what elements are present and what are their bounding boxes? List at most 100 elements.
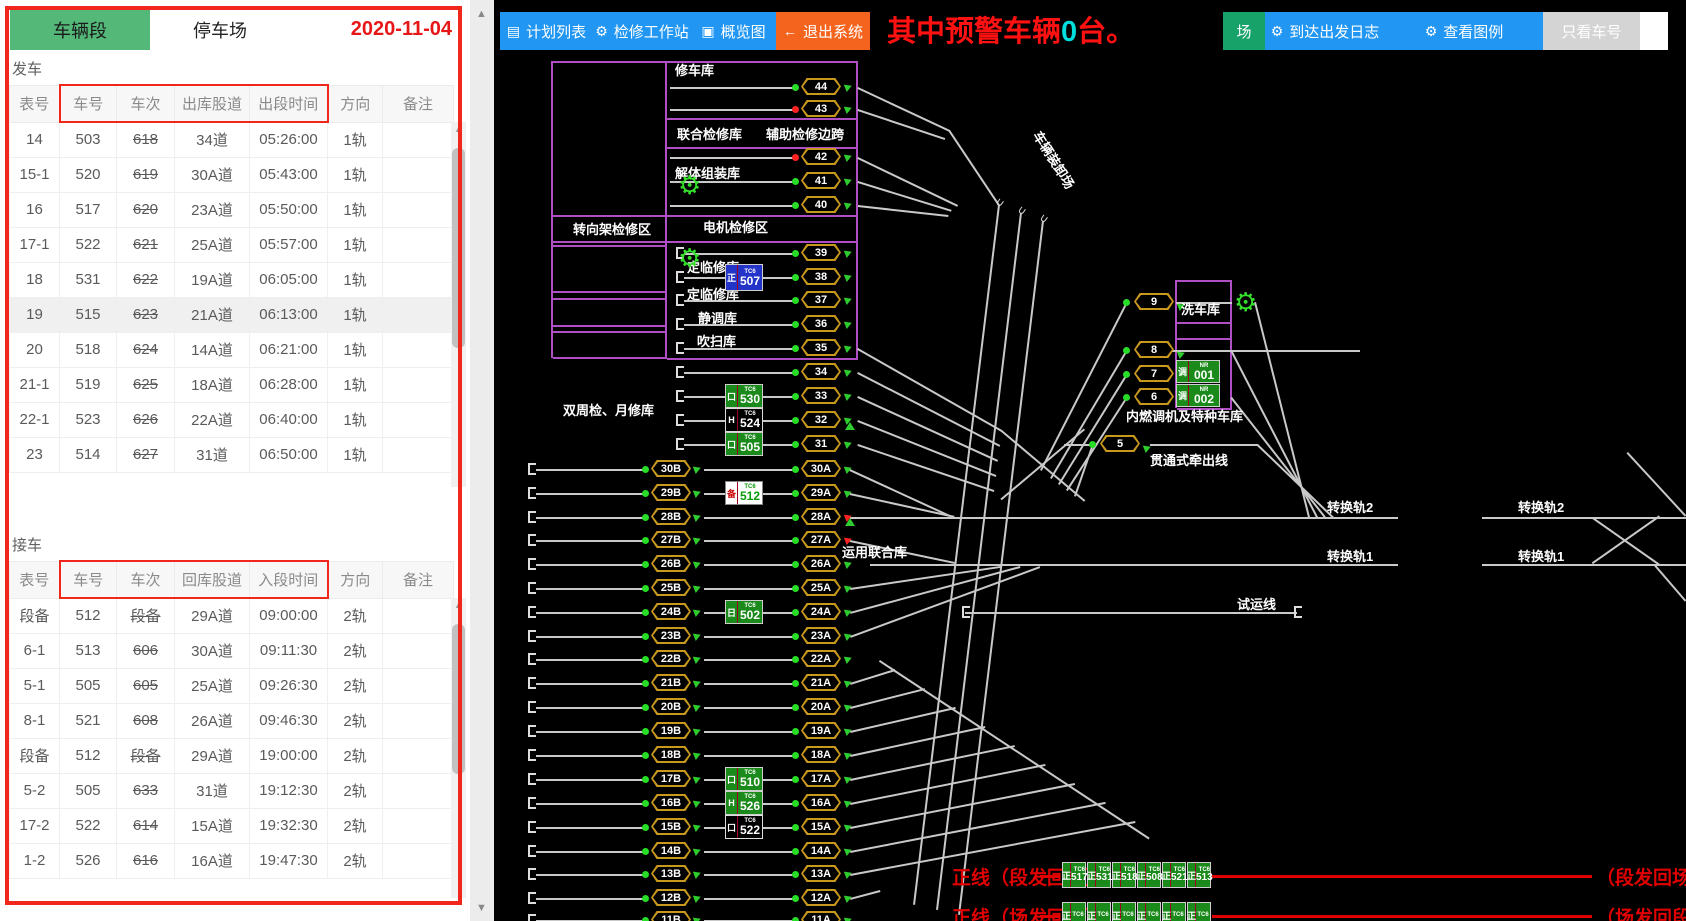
train-box-blank[interactable]: 正TC6 xyxy=(1087,902,1111,921)
track-badge-27A[interactable]: 27A xyxy=(801,531,841,548)
track-badge-35[interactable]: 35 xyxy=(801,339,841,356)
track-badge-26B[interactable]: 26B xyxy=(651,555,691,572)
train-box-blank[interactable]: 正TC6 xyxy=(1162,902,1186,921)
train-box-505[interactable]: 口TC6505 xyxy=(725,432,763,456)
track-badge-42[interactable]: 42 xyxy=(801,148,841,165)
train-box-blank[interactable]: 正TC6 xyxy=(1112,902,1136,921)
track-badge-22B[interactable]: 22B xyxy=(651,650,691,667)
track-badge-30A[interactable]: 30A xyxy=(801,460,841,477)
track-badge-12A[interactable]: 12A xyxy=(801,889,841,906)
track-badge-28B[interactable]: 28B xyxy=(651,508,691,525)
table-row[interactable]: 段备512段备29A道09:00:002轨 xyxy=(10,598,454,633)
track-badge-13B[interactable]: 13B xyxy=(651,865,691,882)
track-badge-9[interactable]: 9 xyxy=(1134,293,1174,310)
track-badge-20A[interactable]: 20A xyxy=(801,698,841,715)
track-badge-30B[interactable]: 30B xyxy=(651,460,691,477)
gear-icon[interactable]: ⚙ xyxy=(1234,289,1257,315)
track-badge-16A[interactable]: 16A xyxy=(801,794,841,811)
track-badge-13A[interactable]: 13A xyxy=(801,865,841,882)
track-badge-11B[interactable]: 11B xyxy=(651,911,691,921)
toolbar-button-检修工作站[interactable]: ⚙检修工作站 xyxy=(593,12,691,50)
arrival-scrollbar[interactable]: ▲ xyxy=(451,598,466,898)
train-box-518[interactable]: 正TC6518 xyxy=(1112,862,1136,888)
gear-icon[interactable]: ⚙ xyxy=(678,172,701,198)
scroll-down-icon[interactable]: ▼ xyxy=(476,902,487,914)
track-badge-15B[interactable]: 15B xyxy=(651,818,691,835)
toolbar-button-计划列表[interactable]: ▤计划列表 xyxy=(500,12,593,50)
track-badge-21B[interactable]: 21B xyxy=(651,674,691,691)
toolbar-button-到达出发日志[interactable]: ⚙到达出发日志 xyxy=(1265,12,1385,50)
train-box-507[interactable]: 正TC6507 xyxy=(725,264,763,291)
table-row[interactable]: 5-150560525A道09:26:302轨 xyxy=(10,668,454,703)
table-row[interactable]: 17-252261415A道19:32:302轨 xyxy=(10,808,454,843)
track-badge-27B[interactable]: 27B xyxy=(651,531,691,548)
track-badge-44[interactable]: 44 xyxy=(801,78,841,95)
gear-icon[interactable]: ⚙ xyxy=(678,245,701,271)
train-box-522[interactable]: 口TC6522 xyxy=(725,815,763,839)
departure-scrollbar[interactable]: ▲ xyxy=(451,122,466,487)
track-badge-17A[interactable]: 17A xyxy=(801,770,841,787)
train-box-510[interactable]: 口TC6510 xyxy=(725,767,763,791)
track-badge-6[interactable]: 6 xyxy=(1134,388,1174,405)
train-box-508[interactable]: 正TC6508 xyxy=(1137,862,1161,888)
table-row[interactable]: 1651762023A道05:50:001轨 xyxy=(10,192,454,227)
toolbar-button-概览图[interactable]: ▣概览图 xyxy=(691,12,776,50)
scroll-up-icon[interactable]: ▲ xyxy=(476,8,487,20)
table-row[interactable]: 8-152160826A道09:46:302轨 xyxy=(10,703,454,738)
tab-parking-lot[interactable]: 停车场 xyxy=(150,9,290,50)
train-box-526[interactable]: HTC6526 xyxy=(725,791,763,815)
track-badge-39[interactable]: 39 xyxy=(801,244,841,261)
train-box-521[interactable]: 正TC6521 xyxy=(1162,862,1186,888)
track-badge-11A[interactable]: 11A xyxy=(801,911,841,921)
track-badge-22A[interactable]: 22A xyxy=(801,650,841,667)
train-box-530[interactable]: 口TC6530 xyxy=(725,384,763,408)
track-badge-23B[interactable]: 23B xyxy=(651,627,691,644)
track-badge-23A[interactable]: 23A xyxy=(801,627,841,644)
track-badge-40[interactable]: 40 xyxy=(801,196,841,213)
track-badge-24B[interactable]: 24B xyxy=(651,603,691,620)
toolbar-button-退出系统[interactable]: ←退出系统 xyxy=(776,12,870,50)
train-box-002[interactable]: 调NR002 xyxy=(1176,384,1220,407)
track-badge-15A[interactable]: 15A xyxy=(801,818,841,835)
track-badge-26A[interactable]: 26A xyxy=(801,555,841,572)
track-badge-19B[interactable]: 19B xyxy=(651,722,691,739)
track-badge-7[interactable]: 7 xyxy=(1134,365,1174,382)
track-badge-24A[interactable]: 24A xyxy=(801,603,841,620)
table-row[interactable]: 2051862414A道06:21:001轨 xyxy=(10,332,454,367)
scroll-up-icon[interactable]: ▲ xyxy=(454,600,463,610)
track-badge-32[interactable]: 32 xyxy=(801,411,841,428)
page-scrollbar[interactable]: ▲ ▼ xyxy=(470,0,494,921)
track-badge-31[interactable]: 31 xyxy=(801,435,841,452)
train-box-517[interactable]: 正TC6517 xyxy=(1062,862,1086,888)
car-number-only-checkbox[interactable] xyxy=(1640,12,1668,50)
table-row[interactable]: 1951562321A道06:13:001轨 xyxy=(10,297,454,332)
train-box-blank[interactable]: 正TC6 xyxy=(1187,902,1211,921)
track-badge-16B[interactable]: 16B xyxy=(651,794,691,811)
tab-depot[interactable]: 车辆段 xyxy=(10,9,150,50)
track-badge-33[interactable]: 33 xyxy=(801,387,841,404)
train-box-531[interactable]: 正TC6531 xyxy=(1087,862,1111,888)
track-badge-18A[interactable]: 18A xyxy=(801,746,841,763)
table-row[interactable]: 5-250563331道19:12:302轨 xyxy=(10,773,454,808)
track-badge-43[interactable]: 43 xyxy=(801,100,841,117)
table-row[interactable]: 1450361834道05:26:001轨 xyxy=(10,122,454,157)
table-row[interactable]: 1-252661616A道19:47:302轨 xyxy=(10,843,454,878)
track-badge-36[interactable]: 36 xyxy=(801,315,841,332)
track-badge-28A[interactable]: 28A xyxy=(801,508,841,525)
table-row[interactable]: 6-151360630A道09:11:302轨 xyxy=(10,633,454,668)
train-box-513[interactable]: 正TC6513 xyxy=(1187,862,1211,888)
train-box-001[interactable]: 调NR001 xyxy=(1176,360,1220,383)
track-badge-20B[interactable]: 20B xyxy=(651,698,691,715)
track-badge-12B[interactable]: 12B xyxy=(651,889,691,906)
departure-scrollbar-thumb[interactable] xyxy=(452,148,465,348)
track-badge-25A[interactable]: 25A xyxy=(801,579,841,596)
table-row[interactable]: 22-152362622A道06:40:001轨 xyxy=(10,402,454,437)
track-badge-8[interactable]: 8 xyxy=(1134,341,1174,358)
table-row[interactable]: 15-152061930A道05:43:001轨 xyxy=(10,157,454,192)
track-badge-14B[interactable]: 14B xyxy=(651,842,691,859)
table-row[interactable]: 17-152262125A道05:57:001轨 xyxy=(10,227,454,262)
track-badge-29A[interactable]: 29A xyxy=(801,484,841,501)
table-row[interactable]: 2351462731道06:50:001轨 xyxy=(10,437,454,472)
table-row[interactable]: 段备512段备29A道19:00:002轨 xyxy=(10,738,454,773)
toolbar-button-场[interactable]: 场 xyxy=(1223,12,1265,50)
